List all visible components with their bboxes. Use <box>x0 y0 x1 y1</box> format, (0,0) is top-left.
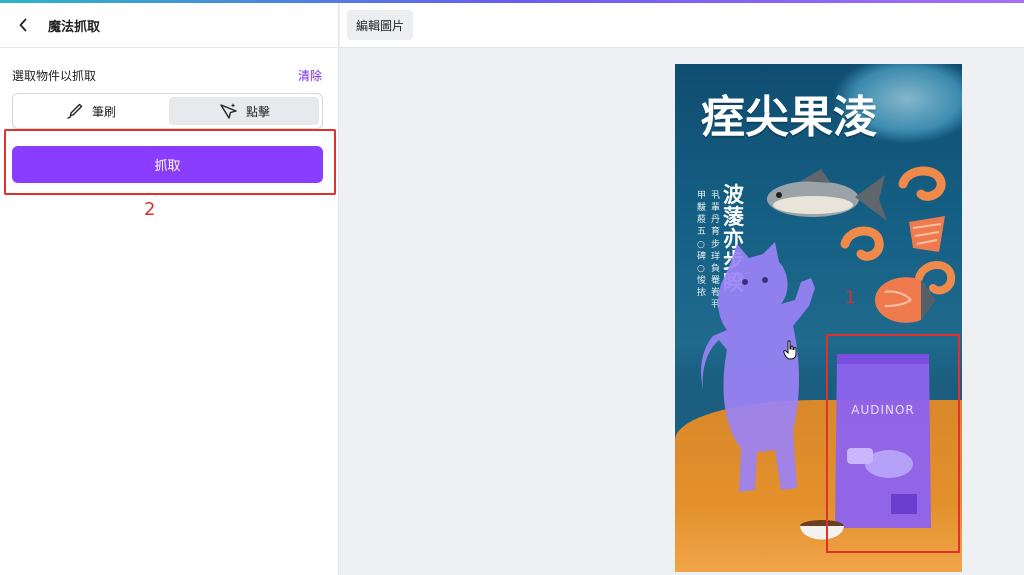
salmon-slice-image-2 <box>875 277 935 323</box>
select-objects-label: 選取物件以抓取 <box>12 69 97 83</box>
click-cursor-icon <box>220 103 237 119</box>
edit-image-button[interactable]: 編輯圖片 <box>347 10 414 40</box>
chevron-left-icon <box>19 18 27 32</box>
design-canvas[interactable]: 痓尖果淩 波蔆亦步睽 甲黻蒑五○碑○悛挔 丮輩丹育步珜負罨峟丮 <box>675 64 962 572</box>
shrimp-image-2 <box>840 226 884 261</box>
panel-header: 魔法抓取 <box>0 3 338 48</box>
panel-title: 魔法抓取 <box>48 19 101 35</box>
editor-toolbar: 編輯圖片 <box>340 3 1024 48</box>
poster-title: 痓尖果淩 <box>701 92 877 143</box>
tab-brush-label: 筆刷 <box>91 104 116 119</box>
shrimp-image-1 <box>898 166 946 201</box>
cat-image-selected <box>701 242 815 492</box>
hand-cursor-icon <box>783 340 797 360</box>
annotation-box-1 <box>826 334 960 553</box>
tab-brush[interactable]: 筆刷 <box>16 97 166 125</box>
annotation-marker-2: 2 <box>144 199 156 220</box>
back-button[interactable] <box>14 16 32 34</box>
tab-click[interactable]: 點擊 <box>169 97 319 125</box>
brush-icon <box>67 103 83 119</box>
clear-button[interactable]: 清除 <box>298 67 322 84</box>
annotation-box-2 <box>4 129 336 195</box>
salmon-slice-image-1 <box>909 216 945 252</box>
tab-click-label: 點擊 <box>245 104 270 119</box>
annotation-marker-1: 1 <box>845 288 856 308</box>
fish-image <box>767 169 887 221</box>
magic-grab-panel: 魔法抓取 選取物件以抓取 清除 筆刷 點擊 抓取 <box>0 3 339 575</box>
selection-mode-toggle: 筆刷 點擊 <box>12 93 323 129</box>
